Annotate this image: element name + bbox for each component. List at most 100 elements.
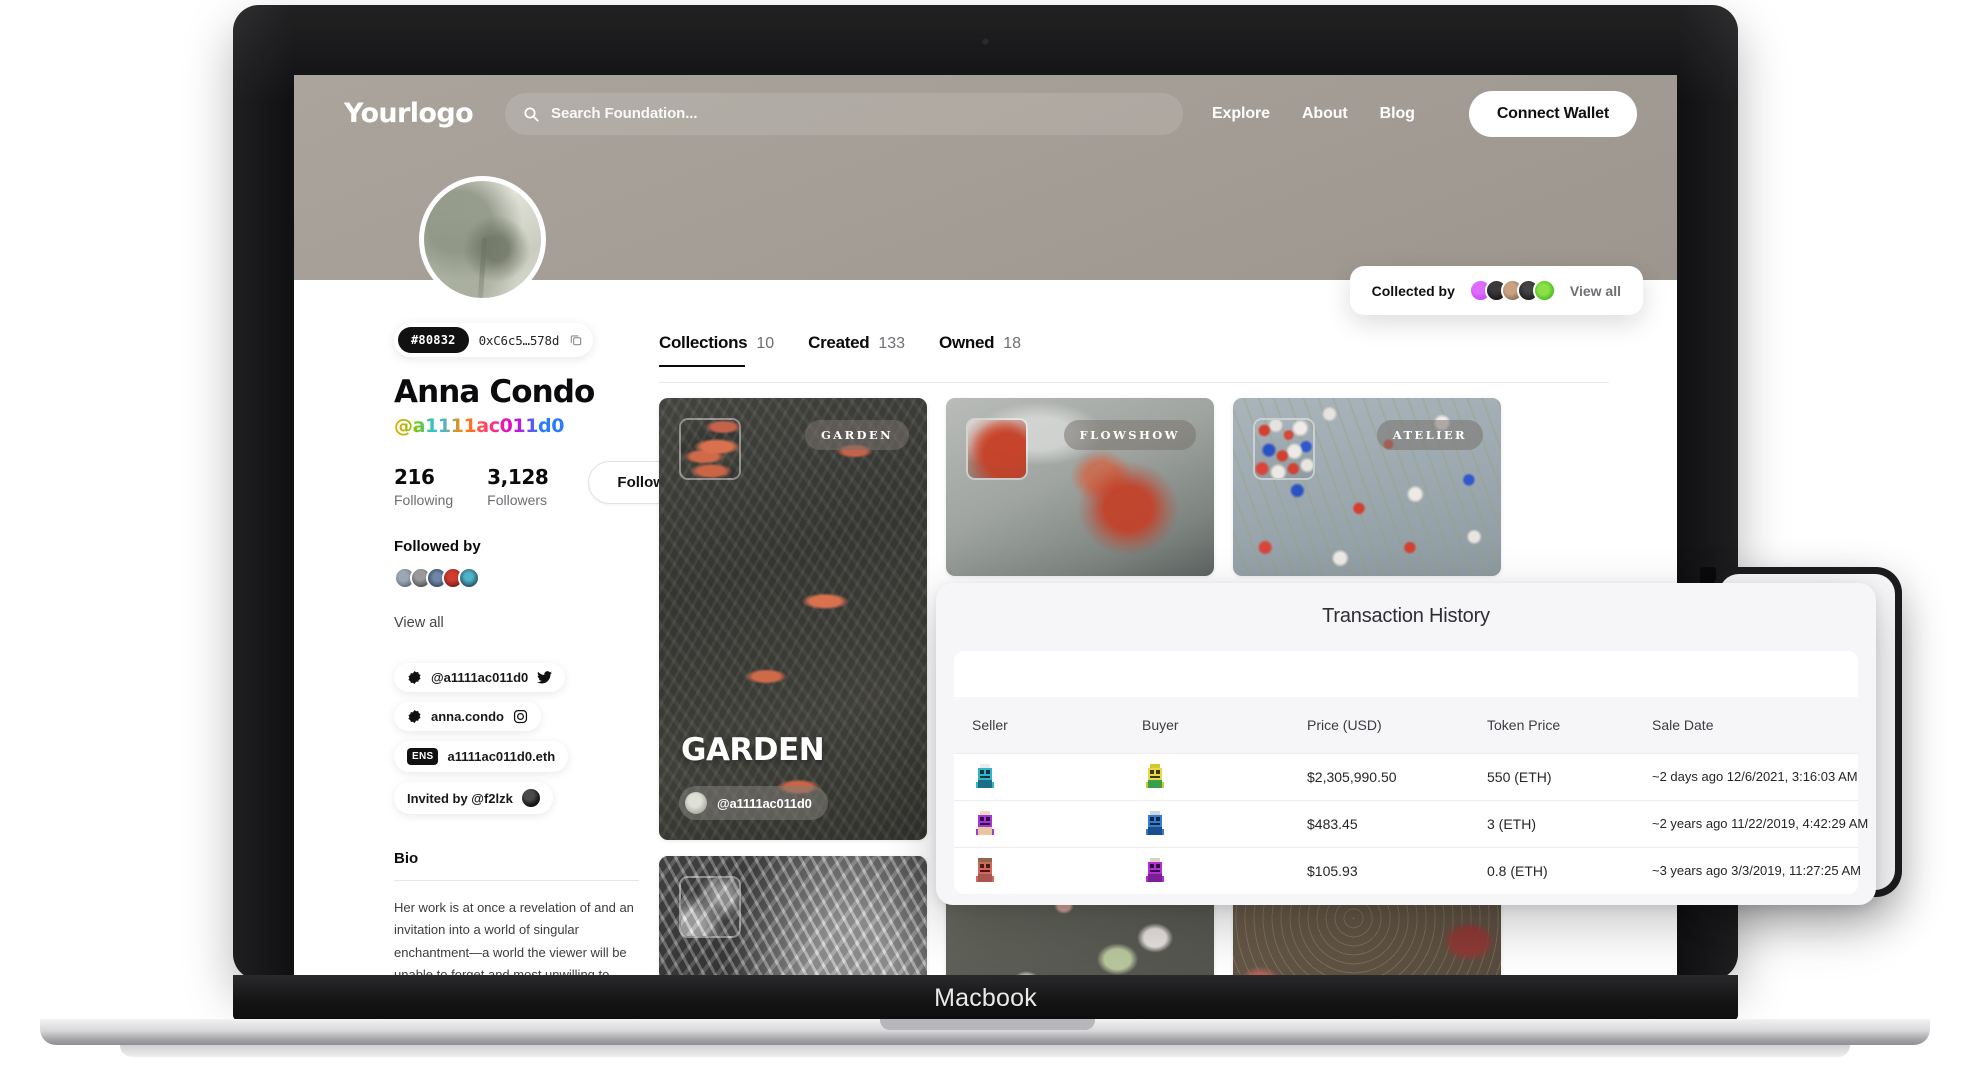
price-usd-value: $483.45 [1307,816,1358,832]
transaction-table: Seller Buyer Price (USD) Token Price Sal… [954,697,1868,894]
token-price-value: 550 (ETH) [1487,769,1552,785]
seller-avatar-cell [972,856,1142,886]
profile-id-row: #80832 0xC6c5…578d [394,323,594,357]
cryptopunk-avatar-icon [976,764,994,788]
card-thumbnail-image [1255,420,1313,478]
instagram-icon [513,709,528,724]
column-header-price-usd: Price (USD) [1307,717,1382,733]
collected-by-view-all[interactable]: View all [1570,283,1621,299]
modal-toolbar-area [954,651,1858,697]
tab-collections[interactable]: Collections 10 [659,333,774,367]
nav-links: Explore About Blog Connect Wallet [1212,90,1637,137]
followers-label: Followers [487,492,548,508]
chip-ens[interactable]: ENS a1111ac011d0.eth [394,741,569,772]
cryptopunk-avatar-icon [1146,858,1164,882]
chip-ens-name: a1111ac011d0.eth [447,749,556,764]
card-title: GARDEN [681,732,825,768]
collector-avatar [1532,279,1556,302]
search-icon [524,106,539,122]
cryptopunk-avatar-icon [1146,764,1164,788]
table-row[interactable]: $2,305,990.50 550 (ETH) ~2 days ago 12/6… [954,753,1858,800]
transaction-history-modal: Transaction History Seller Buyer Price (… [936,583,1876,905]
twitter-icon [537,671,553,684]
stat-following[interactable]: 216 Following [394,465,453,508]
column-header-seller: Seller [972,717,1008,733]
wallet-address: 0xC6c5…578d [478,332,560,348]
card-thumbnail [1253,418,1315,480]
following-count: 216 [394,465,435,489]
collection-card-garden[interactable]: GARDEN GARDEN @a1111ac011d0 [659,398,927,840]
device-label: Macbook [233,975,1738,1021]
chip-twitter-handle: @a1111ac011d0 [431,670,529,685]
followed-by-avatar-stack[interactable] [394,567,654,589]
followed-by-view-all[interactable]: View all [394,615,654,631]
card-thumbnail [679,418,741,480]
profile-handle[interactable]: @a1111ac011d0 [394,415,564,437]
card-thumbnail-image [681,420,739,478]
nav-item-about[interactable]: About [1302,105,1348,123]
following-label: Following [394,492,454,508]
search-placeholder: Search Foundation... [551,105,698,122]
nav-item-explore[interactable]: Explore [1212,105,1270,123]
sale-date-value: ~2 days ago 12/6/2021, 3:16:03 AM [1652,768,1858,784]
card-owner-pill[interactable]: @a1111ac011d0 [679,786,828,820]
avatar-image [424,181,541,298]
card-name-pill: ATELIER [1376,420,1483,450]
tab-created[interactable]: Created 133 [808,333,905,367]
sale-date-value: ~3 years ago 3/3/2019, 11:27:25 AM [1652,862,1861,878]
bio-text: Her work is at once a revelation of and … [394,900,634,975]
profile-stats: 216 Following 3,128 Followers Follow [394,461,694,508]
collection-card-atelier[interactable]: ATELIER [1233,398,1501,576]
tab-owned[interactable]: Owned 18 [939,333,1021,367]
price-usd-value: $105.93 [1307,863,1358,879]
token-price-value: 3 (ETH) [1487,816,1536,832]
collector-avatar-stack[interactable] [1468,279,1556,302]
collection-card-4[interactable] [659,856,927,975]
tab-collections-count: 10 [756,335,775,352]
search-input[interactable]: Search Foundation... [505,92,1184,135]
ens-tag: ENS [407,748,439,765]
seller-avatar-cell [972,809,1142,839]
tab-owned-count: 18 [1003,335,1021,352]
copy-icon[interactable] [569,333,583,347]
chip-twitter[interactable]: @a1111ac011d0 [394,663,566,692]
price-usd-value: $2,305,990.50 [1307,769,1397,785]
card-thumbnail-image [968,420,1026,478]
card-owner-avatar [685,792,707,814]
table-row[interactable]: $105.93 0.8 (ETH) ~3 years ago 3/3/2019,… [954,847,1861,894]
chip-invited-by[interactable]: Invited by @f2lzk [394,782,553,814]
top-navigation-bar: Yourlogo Search Foundation... Explore Ab… [294,75,1677,152]
buyer-avatar-cell [1142,809,1307,839]
chip-instagram-handle: anna.condo [431,709,504,724]
verified-badge-icon [408,709,421,724]
stat-followers[interactable]: 3,128 Followers [487,465,549,508]
seller-avatar-cell [972,762,1142,792]
profile-tabs: Collections 10 Created 133 Owned 18 [659,333,1609,383]
bio-divider [394,880,639,881]
collected-by-label: Collected by [1371,282,1455,299]
tab-created-label: Created [808,333,870,352]
column-header-token-price: Token Price [1487,717,1561,733]
profile-social-chips: @a1111ac011d0 anna.condo ENS a1111ac011d… [394,663,654,814]
follower-avatar [458,567,480,589]
card-thumbnail [966,418,1028,480]
tab-collections-label: Collections [659,333,748,352]
tab-created-count: 133 [878,335,906,352]
chip-invited-by-text: Invited by @f2lzk [407,790,513,806]
card-thumbnail-image [681,878,739,936]
token-price-value: 0.8 (ETH) [1487,863,1548,879]
laptop-base-shadow [120,1045,1850,1057]
collection-card-flowshow[interactable]: FLOWSHOW [946,398,1214,576]
laptop-trackpad-notch [880,1019,1095,1030]
connect-wallet-button[interactable]: Connect Wallet [1468,90,1637,137]
profile-avatar[interactable] [419,176,546,303]
tabs-divider [659,382,1609,383]
card-name-pill: GARDEN [805,420,909,450]
nav-item-blog[interactable]: Blog [1380,105,1415,123]
bio-title: Bio [394,850,419,867]
chip-instagram[interactable]: anna.condo [394,702,541,731]
column-header-sale-date: Sale Date [1652,717,1714,733]
modal-title: Transaction History [1322,605,1490,627]
site-logo[interactable]: Yourlogo [344,98,474,129]
table-row[interactable]: $483.45 3 (ETH) ~2 years ago 11/22/2019,… [954,800,1868,847]
